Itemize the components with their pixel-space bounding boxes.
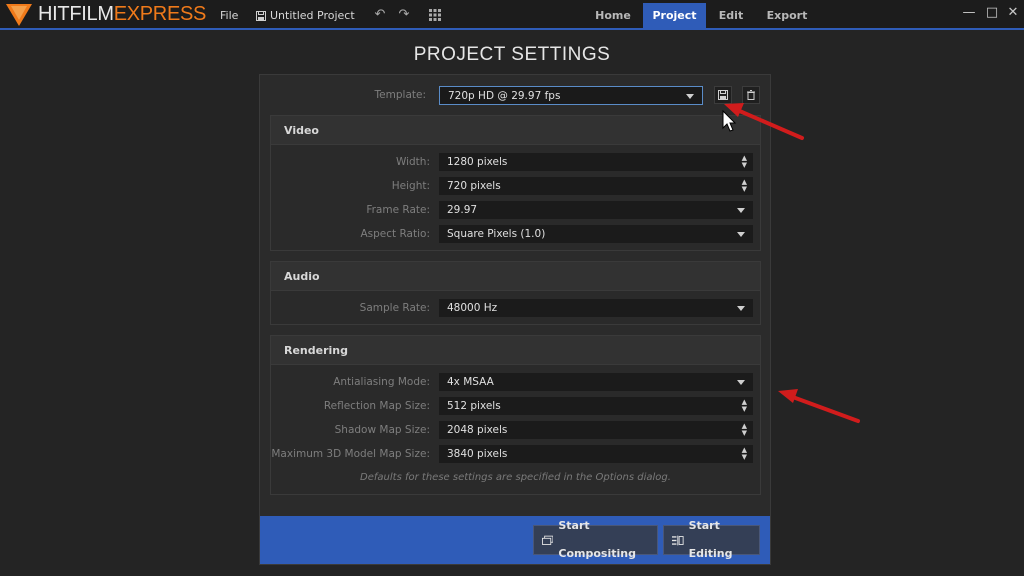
video-group-title: Video [271, 116, 760, 145]
chevron-down-icon [737, 208, 745, 213]
minimize-button[interactable]: — [962, 5, 976, 20]
aspect-ratio-value: Square Pixels (1.0) [447, 228, 546, 240]
save-icon [718, 90, 728, 100]
audio-group: Audio Sample Rate: 48000 Hz [270, 261, 761, 325]
frame-rate-value: 29.97 [447, 204, 478, 216]
reflection-map-label: Reflection Map Size: [323, 400, 430, 412]
project-settings-panel: Template: 720p HD @ 29.97 fps Video Widt… [259, 74, 771, 565]
start-editing-button[interactable]: Start Editing [663, 519, 760, 560]
brand-hitfilm: HITFILM [38, 3, 114, 25]
maximize-button[interactable]: □ [985, 5, 999, 20]
model-map-value: 3840 pixels [447, 448, 508, 460]
start-compositing-label: Start Compositing [558, 519, 636, 560]
chevron-down-icon [737, 380, 745, 385]
aspect-ratio-label: Aspect Ratio: [360, 228, 430, 240]
file-menu[interactable]: File [220, 9, 238, 22]
composite-icon [542, 535, 554, 545]
frame-rate-select[interactable]: 29.97 [439, 201, 753, 219]
antialiasing-value: 4x MSAA [447, 376, 494, 388]
width-value: 1280 pixels [447, 156, 508, 168]
close-button[interactable]: ✕ [1006, 5, 1020, 20]
spinner-icon[interactable]: ▲ ▼ [742, 423, 747, 437]
rendering-group-title: Rendering [271, 336, 760, 365]
page-title: PROJECT SETTINGS [413, 44, 611, 65]
delete-template-button[interactable] [742, 86, 760, 104]
frame-rate-label: Frame Rate: [366, 204, 430, 216]
project-name-label: Untitled Project [270, 9, 355, 22]
title-bar: HITFILMEXPRESS File Untitled Project ↶ ↷… [0, 0, 1024, 30]
shadow-map-label: Shadow Map Size: [334, 424, 430, 436]
redo-icon[interactable]: ↷ [397, 8, 411, 22]
save-template-button[interactable] [714, 86, 732, 104]
reflection-map-input[interactable]: 512 pixels ▲ ▼ [439, 397, 753, 415]
template-value: 720p HD @ 29.97 fps [448, 90, 561, 102]
hitfilm-logo-icon [6, 4, 32, 26]
app-brand: HITFILMEXPRESS [38, 3, 206, 26]
tab-home[interactable]: Home [584, 3, 642, 28]
width-input[interactable]: 1280 pixels ▲ ▼ [439, 153, 753, 171]
sample-rate-label: Sample Rate: [359, 302, 430, 314]
antialiasing-select[interactable]: 4x MSAA [439, 373, 753, 391]
chevron-down-icon [737, 232, 745, 237]
antialiasing-label: Antialiasing Mode: [333, 376, 430, 388]
reflection-map-value: 512 pixels [447, 400, 501, 412]
template-label: Template: [374, 89, 426, 101]
red-arrow-annotation [778, 389, 860, 423]
sample-rate-select[interactable]: 48000 Hz [439, 299, 753, 317]
spinner-icon[interactable]: ▲ ▼ [742, 155, 747, 169]
undo-icon[interactable]: ↶ [373, 8, 387, 22]
height-label: Height: [391, 180, 430, 192]
start-compositing-button[interactable]: Start Compositing [533, 519, 658, 560]
project-name[interactable]: Untitled Project [256, 9, 355, 22]
editing-timeline-icon [672, 535, 684, 545]
tab-export[interactable]: Export [757, 3, 817, 28]
rendering-group: Rendering Antialiasing Mode: 4x MSAA Ref… [270, 335, 761, 495]
model-map-input[interactable]: 3840 pixels ▲ ▼ [439, 445, 753, 463]
footer-bar: Start Compositing Start Editing [260, 516, 770, 564]
video-group: Video Width: 1280 pixels ▲ ▼ Height: 720 … [270, 115, 761, 251]
tab-edit[interactable]: Edit [706, 3, 756, 28]
start-editing-label: Start Editing [688, 519, 733, 560]
defaults-note: Defaults for these settings are specifie… [360, 472, 671, 483]
trash-icon [747, 90, 755, 100]
height-input[interactable]: 720 pixels ▲ ▼ [439, 177, 753, 195]
save-icon [256, 10, 266, 21]
height-value: 720 pixels [447, 180, 501, 192]
spinner-icon[interactable]: ▲ ▼ [742, 447, 747, 461]
width-label: Width: [395, 156, 430, 168]
brand-express: EXPRESS [113, 3, 207, 25]
grid-layout-icon[interactable] [428, 8, 442, 22]
chevron-down-icon [737, 306, 745, 311]
tab-project[interactable]: Project [643, 3, 706, 28]
spinner-icon[interactable]: ▲ ▼ [742, 179, 747, 193]
audio-group-title: Audio [271, 262, 760, 291]
shadow-map-value: 2048 pixels [447, 424, 508, 436]
aspect-ratio-select[interactable]: Square Pixels (1.0) [439, 225, 753, 243]
chevron-down-icon [686, 94, 694, 99]
shadow-map-input[interactable]: 2048 pixels ▲ ▼ [439, 421, 753, 439]
template-select[interactable]: 720p HD @ 29.97 fps [439, 86, 703, 105]
sample-rate-value: 48000 Hz [447, 302, 498, 314]
model-map-label: Maximum 3D Model Map Size: [271, 448, 430, 460]
spinner-icon[interactable]: ▲ ▼ [742, 399, 747, 413]
